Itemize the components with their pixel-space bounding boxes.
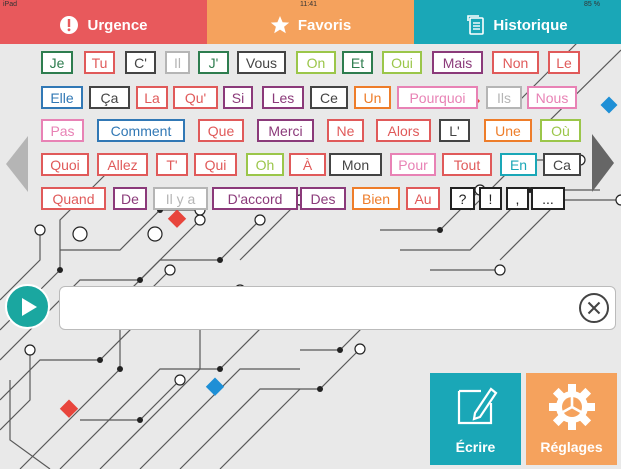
- word-button[interactable]: Les: [262, 86, 304, 109]
- word-button[interactable]: Mon: [329, 153, 382, 176]
- star-icon: [270, 15, 290, 35]
- word-button[interactable]: Tout: [442, 153, 492, 176]
- word-button[interactable]: La: [136, 86, 168, 109]
- word-button[interactable]: Ca: [543, 153, 581, 176]
- exclamation-icon: [59, 15, 79, 35]
- word-button[interactable]: Pour: [390, 153, 436, 176]
- word-button[interactable]: Au: [406, 187, 440, 210]
- word-button[interactable]: Que: [198, 119, 244, 142]
- word-button[interactable]: Alors: [376, 119, 431, 142]
- word-button[interactable]: Il y a: [153, 187, 208, 210]
- word-button[interactable]: D'accord: [212, 187, 298, 210]
- word-button[interactable]: À: [289, 153, 326, 176]
- word-button[interactable]: T': [156, 153, 188, 176]
- word-button[interactable]: Tu: [84, 51, 115, 74]
- word-button[interactable]: Une: [484, 119, 532, 142]
- word-button[interactable]: Quoi: [41, 153, 89, 176]
- word-button[interactable]: Et: [342, 51, 373, 74]
- word-button[interactable]: Des: [300, 187, 346, 210]
- tab-historique-label: Historique: [493, 16, 568, 34]
- word-button[interactable]: Allez: [97, 153, 148, 176]
- word-button[interactable]: Nous: [527, 86, 577, 109]
- word-button[interactable]: Comment: [97, 119, 185, 142]
- tab-urgence-label: Urgence: [87, 16, 148, 34]
- word-button[interactable]: !: [479, 187, 502, 210]
- play-button[interactable]: [5, 284, 50, 329]
- word-button[interactable]: Qui: [194, 153, 237, 176]
- history-icon: [467, 15, 485, 35]
- word-button[interactable]: Ne: [327, 119, 364, 142]
- tab-favoris-label: Favoris: [297, 16, 352, 34]
- word-button[interactable]: ...: [531, 187, 565, 210]
- word-button[interactable]: Non: [492, 51, 539, 74]
- device-label: iPad: [3, 1, 18, 8]
- word-button[interactable]: C': [125, 51, 156, 74]
- status-bar: iPad 11:41 85 %: [0, 0, 621, 10]
- word-button[interactable]: L': [439, 119, 470, 142]
- word-button[interactable]: Qu': [173, 86, 218, 109]
- word-button[interactable]: ?: [450, 187, 475, 210]
- word-button[interactable]: Pourquoi: [397, 86, 478, 109]
- word-button[interactable]: Vous: [237, 51, 286, 74]
- word-button[interactable]: Il: [165, 51, 190, 74]
- write-button-label: Écrire: [455, 439, 496, 455]
- word-button[interactable]: On: [296, 51, 336, 74]
- battery-label: 85 %: [584, 1, 600, 8]
- word-button[interactable]: Elle: [41, 86, 83, 109]
- word-button[interactable]: Oh: [246, 153, 284, 176]
- word-button[interactable]: Je: [41, 51, 73, 74]
- settings-button-label: Réglages: [540, 439, 603, 455]
- word-button[interactable]: Un: [354, 86, 391, 109]
- word-button[interactable]: En: [500, 153, 537, 176]
- pencil-icon: [457, 387, 497, 425]
- word-button[interactable]: Pas: [41, 119, 84, 142]
- word-button[interactable]: De: [113, 187, 147, 210]
- word-button[interactable]: Si: [223, 86, 253, 109]
- clear-icon[interactable]: [578, 292, 610, 324]
- write-button[interactable]: Écrire: [430, 373, 521, 465]
- word-button[interactable]: Ce: [310, 86, 348, 109]
- play-icon: [21, 297, 37, 316]
- clock: 11:41: [300, 1, 317, 8]
- word-button[interactable]: Ça: [89, 86, 130, 109]
- word-button[interactable]: Ils: [486, 86, 522, 109]
- word-button[interactable]: Mais: [432, 51, 483, 74]
- word-button[interactable]: Bien: [352, 187, 400, 210]
- word-button[interactable]: Merci: [257, 119, 314, 142]
- gear-icon: [548, 384, 595, 430]
- word-button[interactable]: J': [198, 51, 229, 74]
- word-button[interactable]: Le: [548, 51, 580, 74]
- word-button[interactable]: Oui: [382, 51, 422, 74]
- sentence-input[interactable]: [59, 286, 616, 330]
- word-button[interactable]: ,: [506, 187, 529, 210]
- word-button[interactable]: Où: [540, 119, 581, 142]
- word-button[interactable]: Quand: [41, 187, 106, 210]
- settings-button[interactable]: Réglages: [526, 373, 617, 465]
